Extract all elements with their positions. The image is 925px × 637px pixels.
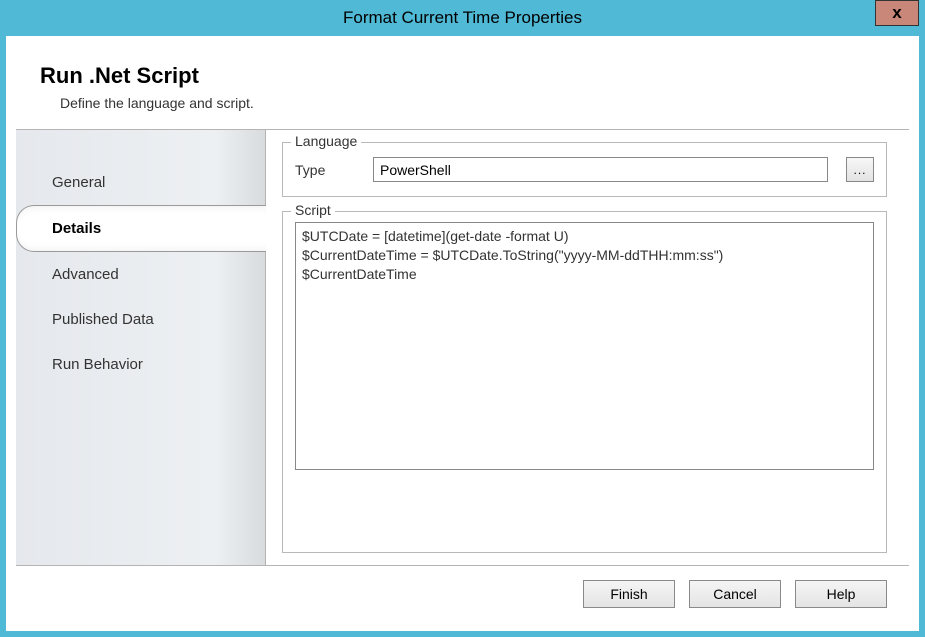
cancel-button[interactable]: Cancel xyxy=(689,580,781,608)
page-title: Run .Net Script xyxy=(40,63,885,89)
finish-button[interactable]: Finish xyxy=(583,580,675,608)
type-label: Type xyxy=(295,162,355,178)
sidebar-item-general[interactable]: General xyxy=(16,160,265,205)
sidebar-item-run-behavior[interactable]: Run Behavior xyxy=(16,342,265,387)
language-row: Type ... xyxy=(295,157,874,182)
sidebar-item-label: Run Behavior xyxy=(52,356,143,373)
sidebar-item-published-data[interactable]: Published Data xyxy=(16,297,265,342)
dialog-window: Format Current Time Properties x Run .Ne… xyxy=(0,0,925,637)
script-textarea[interactable] xyxy=(295,222,874,470)
sidebar-item-label: Details xyxy=(52,220,101,237)
help-button[interactable]: Help xyxy=(795,580,887,608)
dialog-footer: Finish Cancel Help xyxy=(16,565,909,621)
sidebar-item-label: Published Data xyxy=(52,311,154,328)
ellipsis-icon: ... xyxy=(853,163,866,177)
dialog-inner: Run .Net Script Define the language and … xyxy=(15,46,910,622)
main-panel: Language Type ... Script xyxy=(266,130,909,565)
type-input[interactable] xyxy=(373,157,828,182)
sidebar: General Details Advanced Published Data … xyxy=(16,130,266,565)
dialog-content: General Details Advanced Published Data … xyxy=(16,130,909,565)
close-button[interactable]: x xyxy=(875,0,919,26)
close-icon: x xyxy=(892,3,901,23)
page-subtitle: Define the language and script. xyxy=(60,95,885,111)
language-legend: Language xyxy=(291,133,361,149)
sidebar-item-advanced[interactable]: Advanced xyxy=(16,252,265,297)
sidebar-item-label: General xyxy=(52,174,105,191)
dialog-header: Run .Net Script Define the language and … xyxy=(16,47,909,130)
browse-button[interactable]: ... xyxy=(846,157,874,182)
script-legend: Script xyxy=(291,202,335,218)
script-fieldset: Script xyxy=(282,211,887,553)
language-fieldset: Language Type ... xyxy=(282,142,887,197)
window-title: Format Current Time Properties xyxy=(343,8,582,28)
sidebar-item-details[interactable]: Details xyxy=(16,205,266,252)
sidebar-item-label: Advanced xyxy=(52,266,119,283)
titlebar: Format Current Time Properties x xyxy=(6,0,919,36)
